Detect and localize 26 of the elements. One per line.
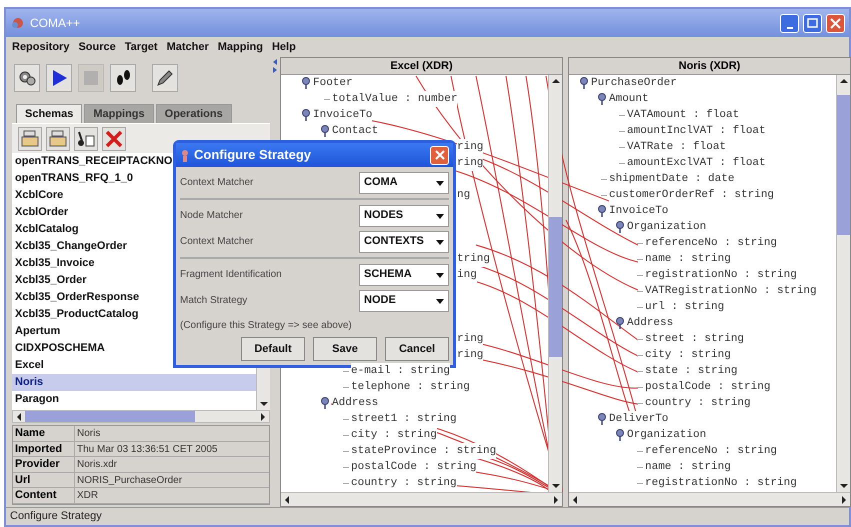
dropdown-value: NODE [364, 293, 397, 308]
property-value: Noris.xdr [76, 458, 118, 472]
field-label: Context Matcher [180, 176, 254, 190]
field-label: Context Matcher [180, 235, 254, 249]
panel-header: Excel (XDR) [281, 58, 562, 75]
dropdown-value: SCHEMA [364, 267, 413, 282]
dropdown-value: COMA [364, 175, 399, 190]
window-title: COMA++ [30, 15, 82, 32]
status-text: Configure Strategy [10, 509, 102, 524]
dialog-title: Configure Strategy [194, 146, 312, 164]
field-label: Fragment Identification [180, 268, 282, 282]
property-value: Noris [76, 427, 102, 440]
property-name: Url [13, 472, 75, 487]
property-value: NORIS_PurchaseOrder [76, 474, 184, 487]
dropdown-value: NODES [364, 208, 404, 224]
property-name: Imported [13, 442, 75, 456]
property-name: Provider [13, 457, 75, 472]
field-label: Match Strategy [180, 294, 248, 308]
hint-text: (Configure this Strategy => see above) [180, 319, 353, 333]
panel-header: Noris (XDR) [569, 58, 850, 75]
dropdown-value: CONTEXTS [364, 234, 425, 250]
property-value: Thu Mar 03 13:36:51 CET 2005 [76, 442, 218, 456]
field-label: Node Matcher [180, 209, 243, 223]
property-name: Content [13, 488, 75, 502]
property-name: Name [13, 426, 75, 440]
property-value: XDR [76, 489, 100, 502]
